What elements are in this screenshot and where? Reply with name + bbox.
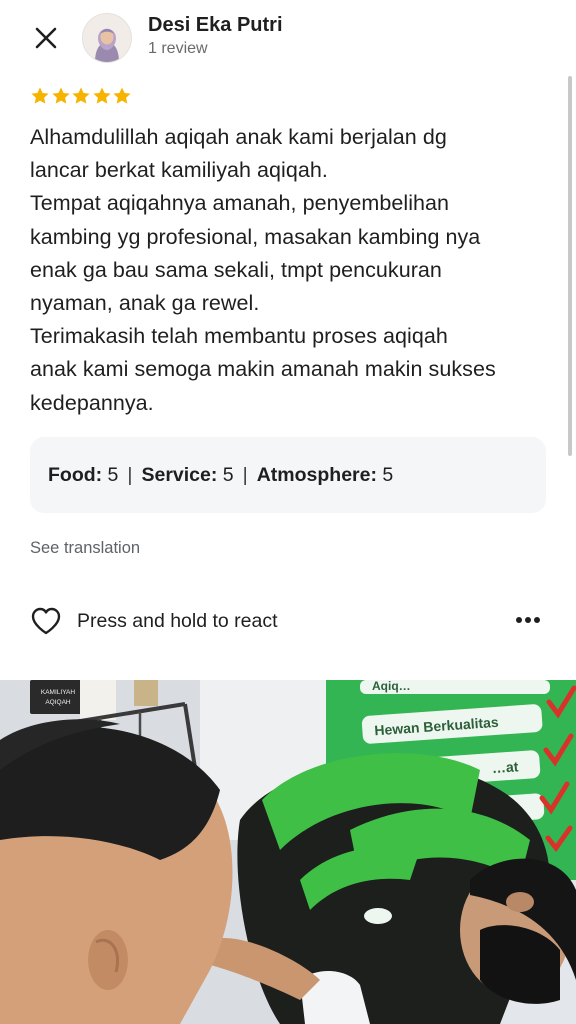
star-icon bbox=[113, 87, 131, 104]
more-options-button[interactable] bbox=[510, 604, 546, 636]
sub-rating-label: Food: bbox=[48, 463, 103, 486]
react-label: Press and hold to react bbox=[77, 609, 278, 632]
review-photo-illustration: KAMILIYAH AQIQAH Aqiq… Hewan Berkualitas… bbox=[0, 680, 576, 1024]
board-text-line-1: KAMILIYAH bbox=[41, 689, 76, 696]
review-detail-page: Desi Eka Putri 1 review Alhamdulillah aq… bbox=[0, 0, 576, 1024]
star-rating bbox=[30, 86, 133, 108]
review-header: Desi Eka Putri 1 review bbox=[0, 0, 576, 76]
letter-board bbox=[30, 680, 86, 714]
more-horizontal-icon bbox=[516, 617, 540, 623]
star-icon bbox=[31, 87, 49, 104]
scrollbar[interactable] bbox=[568, 76, 572, 456]
star-icon bbox=[72, 87, 90, 104]
shirt-logo bbox=[364, 908, 392, 924]
sub-rating-value: 5 bbox=[102, 463, 119, 486]
review-photo[interactable]: KAMILIYAH AQIQAH Aqiq… Hewan Berkualitas… bbox=[0, 680, 576, 1024]
reviewer-name[interactable]: Desi Eka Putri bbox=[148, 14, 283, 37]
star-icon bbox=[51, 87, 70, 104]
heart-outline-icon bbox=[30, 605, 62, 637]
reviewer-review-count: 1 review bbox=[148, 40, 208, 57]
sub-rating-value: 5 bbox=[377, 463, 394, 486]
sub-ratings-box: Food: 5 | Service: 5 | Atmosphere: 5 bbox=[30, 437, 546, 513]
close-button[interactable] bbox=[24, 16, 68, 60]
reviewer-avatar[interactable] bbox=[82, 13, 132, 63]
review-text: Alhamdulillah aqiqah anak kami berjalan … bbox=[30, 125, 496, 415]
star-icon bbox=[92, 87, 111, 104]
rating-separator: | bbox=[242, 463, 248, 486]
sub-rating-label: Service: bbox=[141, 463, 218, 486]
sub-ratings-line: Food: 5 | Service: 5 | Atmosphere: 5 bbox=[48, 437, 393, 513]
sub-rating-label: Atmosphere: bbox=[256, 463, 377, 486]
board-text-line-2: AQIQAH bbox=[45, 699, 71, 706]
banner-line-1: Aqiq… bbox=[372, 680, 411, 693]
react-button[interactable]: Press and hold to react bbox=[30, 604, 278, 638]
close-icon bbox=[35, 27, 57, 49]
sub-rating-value: 5 bbox=[217, 463, 234, 486]
see-translation-link[interactable]: See translation bbox=[30, 539, 140, 558]
banner-line-3: …at bbox=[491, 758, 519, 776]
rating-separator: | bbox=[127, 463, 133, 486]
